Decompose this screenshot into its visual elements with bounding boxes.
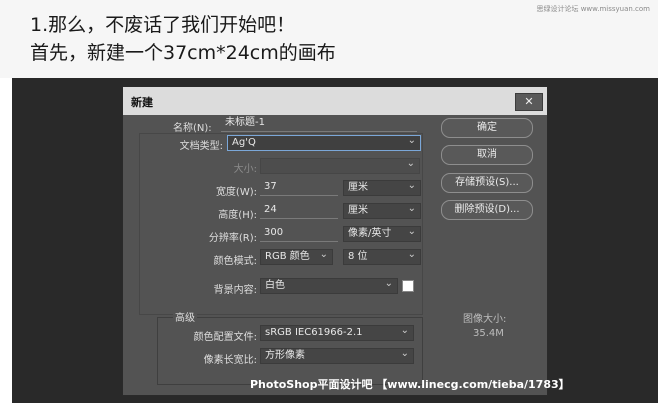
color-mode-label: 颜色模式: (213, 256, 257, 267)
image-size-value: 35.4M (473, 328, 504, 339)
size-select[interactable] (260, 158, 420, 174)
name-label: 名称(N): (173, 123, 212, 134)
color-profile-select[interactable]: sRGB IEC61966-2.1 (260, 325, 414, 341)
bit-depth-select[interactable]: 8 位 (343, 249, 421, 265)
width-label: 宽度(W): (215, 187, 257, 198)
background-label: 背景内容: (213, 285, 257, 296)
dialog-title: 新建 (131, 96, 153, 109)
tutorial-header: 思绿设计论坛 www.missyuan.com 1.那么，不废话了我们开始吧！ … (0, 0, 658, 78)
save-preset-button[interactable]: 存储预设(S)... (441, 173, 533, 193)
size-label: 大小: (233, 164, 257, 175)
resolution-unit-select[interactable]: 像素/英寸 (343, 226, 421, 242)
resolution-input[interactable]: 300 (260, 226, 338, 242)
pixel-aspect-select[interactable]: 方形像素 (260, 348, 414, 364)
width-unit-select[interactable]: 厘米 (343, 180, 421, 196)
ok-button[interactable]: 确定 (441, 118, 533, 138)
background-select[interactable]: 白色 (260, 278, 398, 294)
doc-type-label: 文档类型: (179, 141, 223, 152)
width-input[interactable]: 37 (260, 180, 338, 196)
resolution-label: 分辨率(R): (208, 233, 257, 244)
bottom-banner: PhotoShop平面设计吧 【www.linecg.com/tieba/178… (250, 378, 570, 391)
watermark: 思绿设计论坛 www.missyuan.com (536, 5, 650, 13)
height-input[interactable]: 24 (260, 203, 338, 219)
height-unit-select[interactable]: 厘米 (343, 203, 421, 219)
color-mode-select[interactable]: RGB 颜色 (260, 249, 333, 265)
advanced-label[interactable]: 高级 (173, 309, 197, 324)
close-button[interactable]: ✕ (515, 93, 543, 111)
height-label: 高度(H): (218, 210, 257, 221)
image-size-label: 图像大小: (463, 314, 507, 325)
heading-line-1: 1.那么，不废话了我们开始吧！ (30, 14, 296, 36)
new-document-dialog: 新建 ✕ 名称(N): 未标题-1 文档类型: Ag'Q 大小: 宽度(W): … (122, 86, 548, 396)
name-input[interactable]: 未标题-1 (221, 116, 417, 132)
cancel-button[interactable]: 取消 (441, 145, 533, 165)
delete-preset-button[interactable]: 删除预设(D)... (441, 200, 533, 220)
color-profile-label: 颜色配置文件: (193, 332, 257, 343)
pixel-aspect-label: 像素长宽比: (203, 355, 257, 366)
heading-line-2: 首先，新建一个37cm*24cm的画布 (30, 42, 336, 64)
dialog-titlebar: 新建 ✕ (123, 87, 547, 115)
doc-type-select[interactable]: Ag'Q (227, 135, 421, 151)
background-color-swatch[interactable] (402, 280, 414, 292)
